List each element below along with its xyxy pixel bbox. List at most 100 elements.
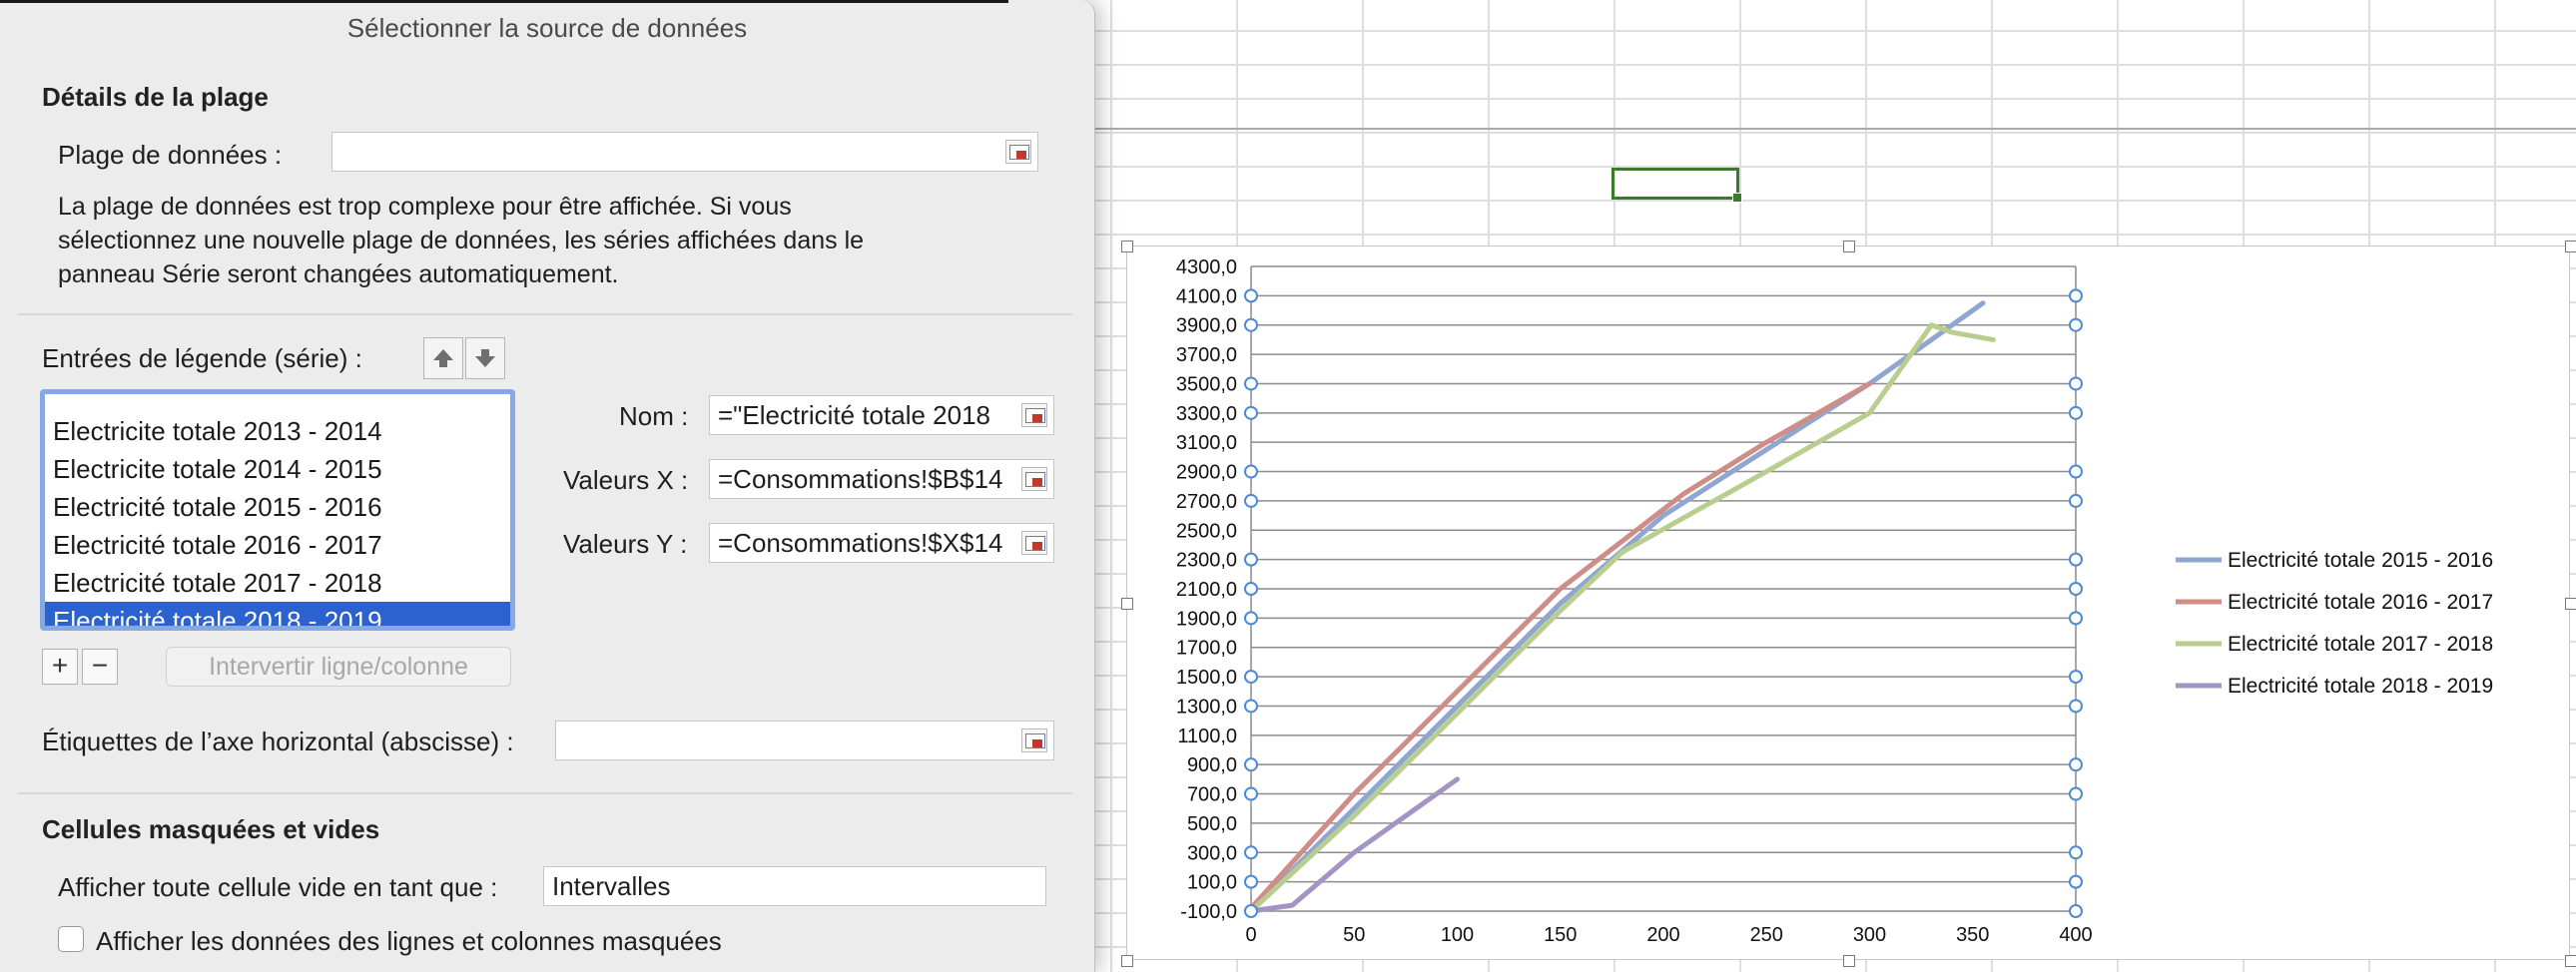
point-marker	[1244, 670, 1258, 685]
point-marker	[1244, 317, 1258, 332]
chart-resize-handle[interactable]	[2565, 598, 2576, 610]
series-item[interactable]: Electricité totale 2017 - 2018	[45, 564, 510, 602]
y-values-input[interactable]: =Consommations!$X$14	[709, 523, 1054, 563]
y-tick-label: 1700,0	[1176, 638, 1237, 660]
range-select-icon[interactable]	[1021, 729, 1047, 752]
data-range-input[interactable]	[331, 132, 1038, 172]
chart-resize-handle[interactable]	[1121, 241, 1133, 252]
axis-labels-input[interactable]	[555, 721, 1054, 760]
y-values-value: =Consommations!$X$14	[718, 528, 1003, 558]
y-tick-label: 300,0	[1187, 842, 1237, 864]
scatter-chart[interactable]: 4300,0 4100,0 3900,0 3700,0 3500,0 3300,0 3100…	[1127, 246, 2571, 961]
data-range-label: Plage de données :	[58, 140, 283, 170]
chart-resize-handle[interactable]	[1121, 598, 1133, 610]
chart-resize-handle[interactable]	[1843, 241, 1855, 252]
y-tick-label: 500,0	[1187, 813, 1237, 835]
series-item[interactable]: Electricité totale 2016 - 2017	[45, 526, 510, 564]
range-select-icon[interactable]	[1005, 140, 1031, 164]
chart-resize-handle[interactable]	[1843, 955, 1855, 967]
select-data-source-dialog: Sélectionner la source de données Détail…	[0, 0, 1095, 972]
point-marker	[1244, 552, 1258, 567]
point-marker	[2069, 317, 2083, 332]
x-tick-label: 50	[1343, 924, 1365, 946]
legend-entries-label: Entrées de légende (série) :	[42, 343, 362, 373]
range-select-icon[interactable]	[1021, 467, 1047, 491]
series-item[interactable]: Electricite totale 2014 - 2015	[45, 450, 510, 488]
y-tick-label: 1300,0	[1176, 696, 1237, 718]
point-marker	[1244, 904, 1258, 918]
arrow-up-icon[interactable]	[423, 337, 463, 379]
y-tick-label: 2100,0	[1176, 579, 1237, 601]
x-values-value: =Consommations!$B$14	[718, 464, 1003, 494]
selected-cell[interactable]	[1611, 168, 1742, 203]
empty-cells-select[interactable]: Intervalles	[543, 866, 1046, 906]
y-tick-label: 2900,0	[1176, 462, 1237, 484]
chart-resize-handle[interactable]	[2565, 241, 2576, 252]
point-marker	[1244, 757, 1258, 772]
point-marker	[2069, 699, 2083, 714]
x-tick-label: 100	[1441, 924, 1474, 946]
series-item[interactable]: Electricité totale 2015 - 2016	[45, 488, 510, 526]
section-divider	[18, 792, 1072, 794]
point-marker	[1244, 845, 1258, 860]
y-tick-label: 3100,0	[1176, 432, 1237, 454]
point-marker	[1244, 582, 1258, 596]
point-marker	[1244, 288, 1258, 303]
x-tick-label: 400	[2059, 924, 2092, 946]
series-list[interactable]: Electricite totale 2013 - 2014 Electrici…	[40, 389, 515, 631]
show-hidden-data-label: Afficher les données des lignes et colon…	[96, 926, 722, 956]
legend-label: Electricité totale 2018 - 2019	[2228, 675, 2493, 698]
point-marker	[1244, 611, 1258, 626]
y-tick-label: 2300,0	[1176, 550, 1237, 572]
series-item[interactable]: Electricite totale 2013 - 2014	[45, 412, 510, 450]
y-tick-label: -100,0	[1180, 901, 1237, 923]
y-tick-label: 1100,0	[1177, 726, 1237, 747]
point-marker	[2069, 757, 2083, 772]
point-marker	[2069, 874, 2083, 889]
y-tick-label: 700,0	[1187, 784, 1237, 806]
series-line	[1248, 300, 1986, 914]
name-label: Nom :	[619, 401, 689, 431]
point-marker	[2069, 552, 2083, 567]
series-line	[1248, 380, 1872, 911]
series-item-selected[interactable]: Electricité totale 2018 - 2019	[45, 602, 510, 626]
y-tick-label: 3900,0	[1176, 315, 1237, 337]
point-marker	[1244, 376, 1258, 391]
y-tick-label: 4100,0	[1176, 285, 1237, 307]
legend-label: Electricité totale 2016 - 2017	[2228, 591, 2493, 614]
range-help-text: La plage de données est trop complexe po…	[58, 193, 865, 288]
range-select-icon[interactable]	[1021, 531, 1047, 555]
y-values-label: Valeurs Y :	[563, 529, 688, 559]
x-tick-label: 250	[1750, 924, 1783, 946]
series-name-input[interactable]: ="Electricité totale 2018	[709, 395, 1054, 435]
remove-series-button[interactable]: −	[82, 649, 118, 685]
series-name-value: ="Electricité totale 2018	[718, 400, 990, 430]
y-tick-label: 1900,0	[1176, 608, 1237, 630]
point-marker	[2069, 845, 2083, 860]
y-tick-label: 4300,0	[1176, 256, 1237, 278]
point-marker	[2069, 493, 2083, 508]
point-marker	[1244, 493, 1258, 508]
point-marker	[2069, 405, 2083, 420]
series-line	[1248, 776, 1460, 914]
add-series-button[interactable]: +	[42, 649, 78, 685]
range-select-icon[interactable]	[1021, 403, 1047, 427]
point-marker	[1244, 464, 1258, 479]
y-tick-label: 3300,0	[1176, 403, 1237, 425]
chart-area[interactable]: 4300,0 4100,0 3900,0 3700,0 3500,0 3300,0 3100…	[1121, 241, 2576, 967]
switch-row-column-button[interactable]: Intervertir ligne/colonne	[166, 647, 511, 687]
y-tick-label: 3700,0	[1176, 344, 1237, 366]
chart-resize-handle[interactable]	[1121, 955, 1133, 967]
legend-label: Electricité totale 2017 - 2018	[2228, 633, 2493, 656]
x-tick-label: 350	[1956, 924, 1989, 946]
arrow-down-icon[interactable]	[465, 337, 505, 379]
dialog-title: Sélectionner la source de données	[346, 13, 748, 43]
x-values-input[interactable]: =Consommations!$B$14	[709, 459, 1054, 499]
point-marker	[1244, 699, 1258, 714]
chart-resize-handle[interactable]	[2565, 955, 2576, 967]
y-tick-label: 3500,0	[1176, 373, 1237, 395]
hidden-cells-section-title: Cellules masquées et vides	[42, 814, 380, 844]
y-tick-label: 2700,0	[1176, 491, 1237, 513]
point-marker	[1244, 786, 1258, 801]
show-hidden-data-checkbox[interactable]	[58, 926, 84, 952]
